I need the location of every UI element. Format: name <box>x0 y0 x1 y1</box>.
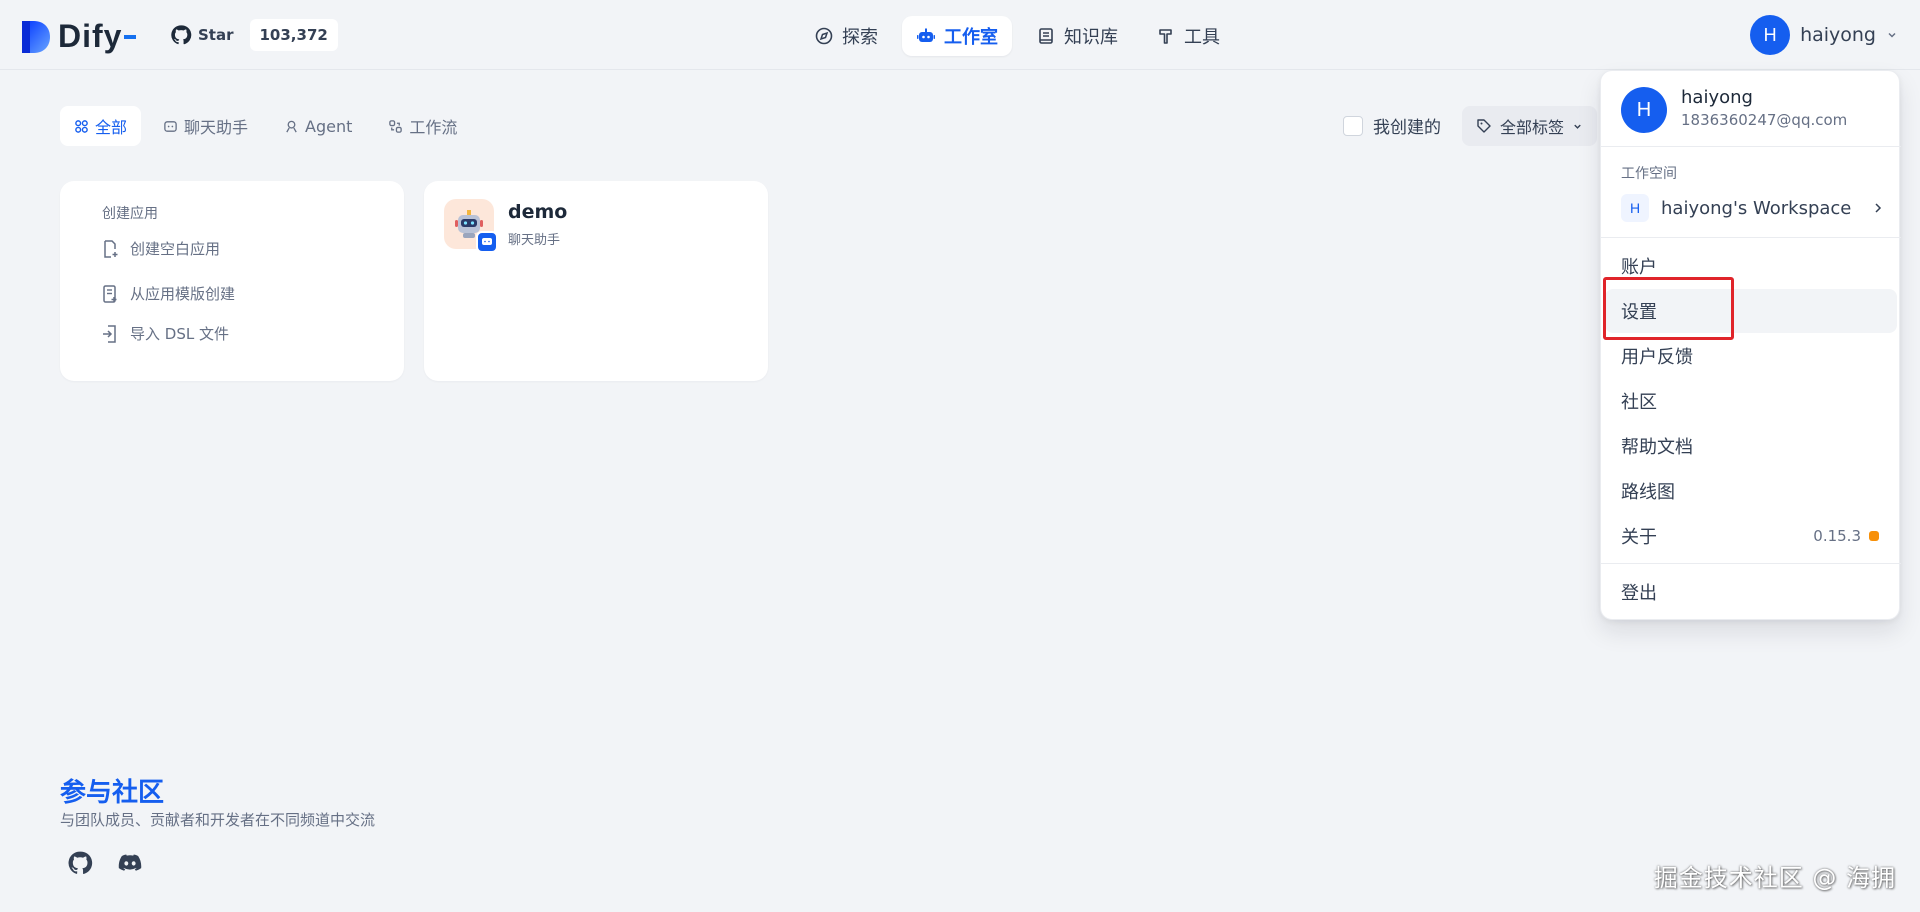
tab-chat[interactable]: 聊天助手 <box>149 106 262 146</box>
file-template-icon <box>103 284 117 303</box>
brand-underscore <box>124 34 137 39</box>
divider <box>1601 237 1901 238</box>
user-dropdown-menu: H haiyong 1836360247@qq.com 工作空间 H haiyo… <box>1600 70 1901 620</box>
update-dot <box>1869 531 1879 541</box>
nav-explore-label: 探索 <box>842 27 878 48</box>
create-blank-app-button[interactable]: 创建空白应用 <box>100 238 220 259</box>
github-star-button[interactable]: Star 103,372 <box>170 19 338 51</box>
star-label: Star <box>198 26 234 44</box>
dify-logo[interactable]: Dify <box>20 18 137 55</box>
book-icon <box>1039 28 1053 44</box>
community-desc: 与团队成员、贡献者和开发者在不同频道中交流 <box>60 811 376 829</box>
tag-icon <box>1477 119 1491 133</box>
tab-workflow-label: 工作流 <box>409 118 458 137</box>
workflow-icon <box>389 119 403 133</box>
menu-item-feedback[interactable]: 用户反馈 <box>1601 334 1901 378</box>
version-number: 0.15.3 <box>1813 527 1861 545</box>
tab-chat-label: 聊天助手 <box>184 118 249 137</box>
dropdown-user-email: 1836360247@qq.com <box>1681 111 1848 129</box>
tab-all[interactable]: 全部 <box>60 106 142 146</box>
app-type-tabs: 全部 聊天助手 Agent 工作流 <box>60 106 471 146</box>
workspace-switcher[interactable]: H haiyong's Workspace <box>1621 193 1885 223</box>
nav-tools-label: 工具 <box>1184 27 1220 48</box>
agent-icon <box>286 120 297 132</box>
nav-tools[interactable]: 工具 <box>1142 16 1234 56</box>
create-from-template-button[interactable]: 从应用模版创建 <box>100 283 235 304</box>
tab-all-label: 全部 <box>95 118 128 137</box>
create-app-title: 创建应用 <box>102 206 158 222</box>
grid-icon <box>75 119 88 133</box>
avatar: H <box>1621 87 1667 133</box>
divider <box>1601 563 1901 564</box>
github-icon <box>171 25 192 45</box>
annotation-highlight-box <box>1603 277 1734 340</box>
created-by-me-filter[interactable]: 我创建的 <box>1343 113 1441 138</box>
nav-knowledge[interactable]: 知识库 <box>1022 16 1132 56</box>
dify-logo-icon <box>22 20 50 53</box>
menu-item-roadmap[interactable]: 路线图 <box>1601 469 1901 513</box>
chevron-right-icon <box>1875 203 1882 213</box>
tag-filter-dropdown[interactable]: 全部标签 <box>1462 106 1598 146</box>
workspace-name: haiyong's Workspace <box>1661 197 1852 219</box>
menu-item-docs[interactable]: 帮助文档 <box>1601 424 1901 468</box>
nav-studio-label: 工作室 <box>944 27 998 48</box>
avatar: H <box>1750 15 1791 55</box>
create-app-card: 创建应用 创建空白应用 从应用模版创建 导入 DSL 文件 <box>60 181 404 381</box>
menu-item-community[interactable]: 社区 <box>1601 379 1901 423</box>
app-card-demo[interactable]: demo 聊天助手 <box>424 181 768 381</box>
compass-icon <box>815 27 833 45</box>
user-menu-trigger[interactable]: H haiyong <box>1750 14 1898 56</box>
discord-icon[interactable] <box>117 850 143 876</box>
import-dsl-label: 导入 DSL 文件 <box>130 325 229 343</box>
hammer-icon <box>1159 29 1172 44</box>
top-header: Dify Star 103,372 探索 工作室 知识库 工具 H haiyon… <box>0 0 1920 70</box>
create-from-template-label: 从应用模版创建 <box>130 285 236 303</box>
import-icon <box>103 324 116 343</box>
chevron-down-icon <box>1888 32 1896 38</box>
chevron-down-icon <box>1574 124 1581 129</box>
tab-agent[interactable]: Agent <box>270 106 366 146</box>
menu-item-about-label: 关于 <box>1621 527 1657 548</box>
nav-knowledge-label: 知识库 <box>1064 27 1118 48</box>
dropdown-user-name: haiyong <box>1681 87 1753 108</box>
app-name: demo <box>508 201 568 223</box>
chat-icon <box>164 120 177 132</box>
file-plus-icon <box>104 239 118 258</box>
nav-explore[interactable]: 探索 <box>800 16 892 56</box>
main-nav: 探索 工作室 知识库 工具 <box>800 16 1234 56</box>
create-blank-app-label: 创建空白应用 <box>130 240 221 258</box>
community-title: 参与社区 <box>60 778 165 808</box>
github-icon[interactable] <box>67 850 93 876</box>
chat-badge-icon <box>476 231 498 253</box>
app-type: 聊天助手 <box>508 233 561 248</box>
created-by-me-checkbox[interactable] <box>1343 115 1363 136</box>
robot-icon <box>917 28 935 42</box>
tag-filter-label: 全部标签 <box>1500 118 1565 137</box>
menu-item-logout[interactable]: 登出 <box>1601 570 1901 614</box>
workspace-avatar: H <box>1621 194 1649 222</box>
nav-studio[interactable]: 工作室 <box>902 16 1012 56</box>
workspace-label: 工作空间 <box>1621 166 1677 182</box>
created-by-me-label: 我创建的 <box>1373 118 1441 138</box>
tab-workflow[interactable]: 工作流 <box>374 106 471 146</box>
brand-name: Dify <box>58 18 123 54</box>
divider <box>1601 146 1901 147</box>
user-name: haiyong <box>1800 24 1876 46</box>
import-dsl-button[interactable]: 导入 DSL 文件 <box>100 323 229 344</box>
tab-agent-label: Agent <box>305 116 353 136</box>
star-count: 103,372 <box>249 19 338 51</box>
watermark: 掘金技术社区 @ 海拥 <box>1653 864 1896 892</box>
